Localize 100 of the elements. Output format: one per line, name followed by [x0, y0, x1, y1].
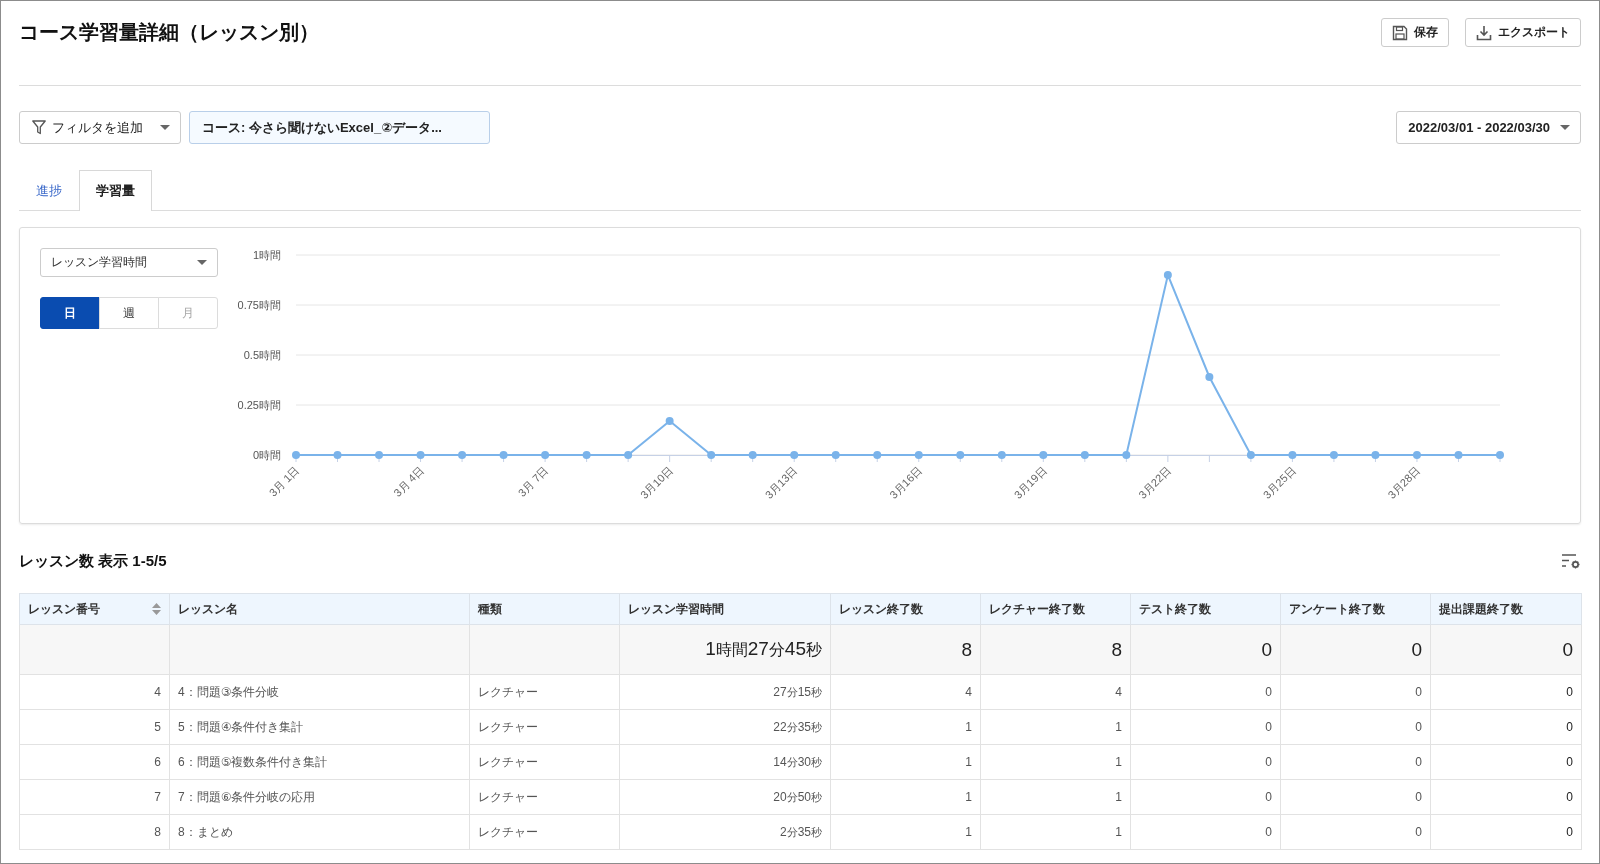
column-label: テスト終了数	[1139, 600, 1211, 618]
add-filter-button[interactable]: フィルタを追加	[19, 111, 181, 144]
data-point	[1039, 451, 1048, 459]
table-cell: 5	[19, 709, 170, 745]
table-cell: 0	[1280, 674, 1431, 710]
data-point	[1412, 451, 1421, 459]
date-range-dropdown[interactable]: 2022/03/01 - 2022/03/30	[1396, 111, 1581, 144]
data-point	[1454, 451, 1463, 459]
table-cell: 1	[830, 744, 981, 780]
tab[interactable]: 進捗	[19, 170, 79, 210]
download-icon	[1476, 24, 1492, 41]
total-cell: 0	[1430, 624, 1582, 675]
data-point	[1288, 451, 1297, 459]
axis-label: 3月25日	[1260, 463, 1298, 501]
axis-label: 3月22日	[1136, 463, 1174, 501]
data-point	[375, 451, 384, 459]
table-cell: 0	[1280, 709, 1431, 745]
axis-label: 3月10日	[638, 463, 676, 501]
table-cell: 0	[1130, 674, 1281, 710]
column-label: レッスン名	[178, 600, 238, 618]
data-point	[956, 451, 965, 459]
table-cell: レクチャー	[469, 709, 620, 745]
table-cell: 0	[1430, 814, 1582, 850]
table-cell: 0	[1280, 779, 1431, 815]
table-cell: 4	[980, 674, 1131, 710]
save-button[interactable]: 保存	[1381, 18, 1449, 47]
table-cell: レクチャー	[469, 779, 620, 815]
data-point	[458, 451, 467, 459]
axis-label: 1時間	[252, 249, 281, 261]
table-cell: 1	[980, 779, 1131, 815]
table-cell: 0	[1430, 709, 1582, 745]
table-cell: 0	[1280, 814, 1431, 850]
axis-label: 3月 1日	[266, 463, 302, 499]
data-point	[748, 451, 757, 459]
total-cell: 8	[830, 624, 981, 675]
table-cell: 22分35秒	[619, 709, 831, 745]
column-label: レッスン番号	[28, 600, 100, 618]
period-button[interactable]: 週	[99, 297, 159, 329]
table-cell: レクチャー	[469, 814, 620, 850]
table-cell: 1	[830, 709, 981, 745]
table-cell: 0	[1130, 709, 1281, 745]
data-point	[1163, 271, 1172, 279]
period-button[interactable]: 日	[40, 297, 100, 329]
column-label: 提出課題終了数	[1439, 600, 1523, 618]
table-cell: 0	[1430, 674, 1582, 710]
data-point	[707, 451, 716, 459]
table-cell: 2分35秒	[619, 814, 831, 850]
data-point	[541, 451, 550, 459]
total-cell: 0	[1130, 624, 1281, 675]
data-point	[1329, 451, 1338, 459]
table-cell: 4	[19, 674, 170, 710]
caret-icon	[197, 260, 207, 265]
axis-label: 0時間	[252, 449, 281, 461]
axis-label: 3月16日	[887, 463, 925, 501]
column-settings-icon[interactable]	[1561, 553, 1581, 569]
data-point	[292, 451, 300, 459]
data-point	[333, 451, 342, 459]
data-point	[997, 451, 1006, 459]
data-point	[1205, 373, 1214, 381]
tab[interactable]: 学習量	[79, 170, 152, 211]
page-title: コース学習量詳細（レッスン別）	[19, 20, 319, 45]
table-cell: 5：問題④条件付き集計	[169, 709, 470, 745]
table-cell: 1	[830, 814, 981, 850]
axis-label: 0.5時間	[243, 349, 281, 361]
table-cell: 0	[1430, 744, 1582, 780]
table-cell: レクチャー	[469, 674, 620, 710]
column-label: アンケート終了数	[1289, 600, 1385, 618]
table-cell: 7	[19, 779, 170, 815]
column-label: 種類	[478, 600, 502, 618]
table-cell: 8：まとめ	[169, 814, 470, 850]
column-label: レッスン学習時間	[628, 600, 724, 618]
sort-icon[interactable]	[152, 603, 161, 615]
caret-icon	[160, 125, 170, 130]
table-cell: 1	[830, 779, 981, 815]
table-cell: 0	[1130, 814, 1281, 850]
data-point	[582, 451, 591, 459]
export-button[interactable]: エクスポート	[1465, 18, 1581, 47]
data-point	[790, 451, 799, 459]
data-point	[624, 451, 633, 459]
table-cell: 0	[1430, 779, 1582, 815]
table-cell: レクチャー	[469, 744, 620, 780]
filter-chip[interactable]: コース: 今さら聞けないExcel_②データ...	[189, 111, 490, 144]
data-point	[1371, 451, 1380, 459]
data-point	[914, 451, 923, 459]
table-cell: 6	[19, 744, 170, 780]
table-cell: 27分15秒	[619, 674, 831, 710]
table-cell: 1	[980, 709, 1131, 745]
data-point	[665, 417, 674, 425]
table-cell: 4	[830, 674, 981, 710]
column-label: レクチャー終了数	[989, 600, 1085, 618]
table-cell: 1	[980, 814, 1131, 850]
table-cell: 7：問題⑥条件分岐の応用	[169, 779, 470, 815]
data-point	[873, 451, 882, 459]
metric-dropdown[interactable]: レッスン学習時間	[40, 248, 218, 277]
data-point	[1080, 451, 1089, 459]
axis-label: 3月13日	[762, 463, 800, 501]
column-label: レッスン終了数	[839, 600, 923, 618]
total-cell: 0	[1280, 624, 1431, 675]
total-cell: 1時間27分45秒	[619, 624, 831, 675]
axis-label: 3月19日	[1011, 463, 1049, 501]
